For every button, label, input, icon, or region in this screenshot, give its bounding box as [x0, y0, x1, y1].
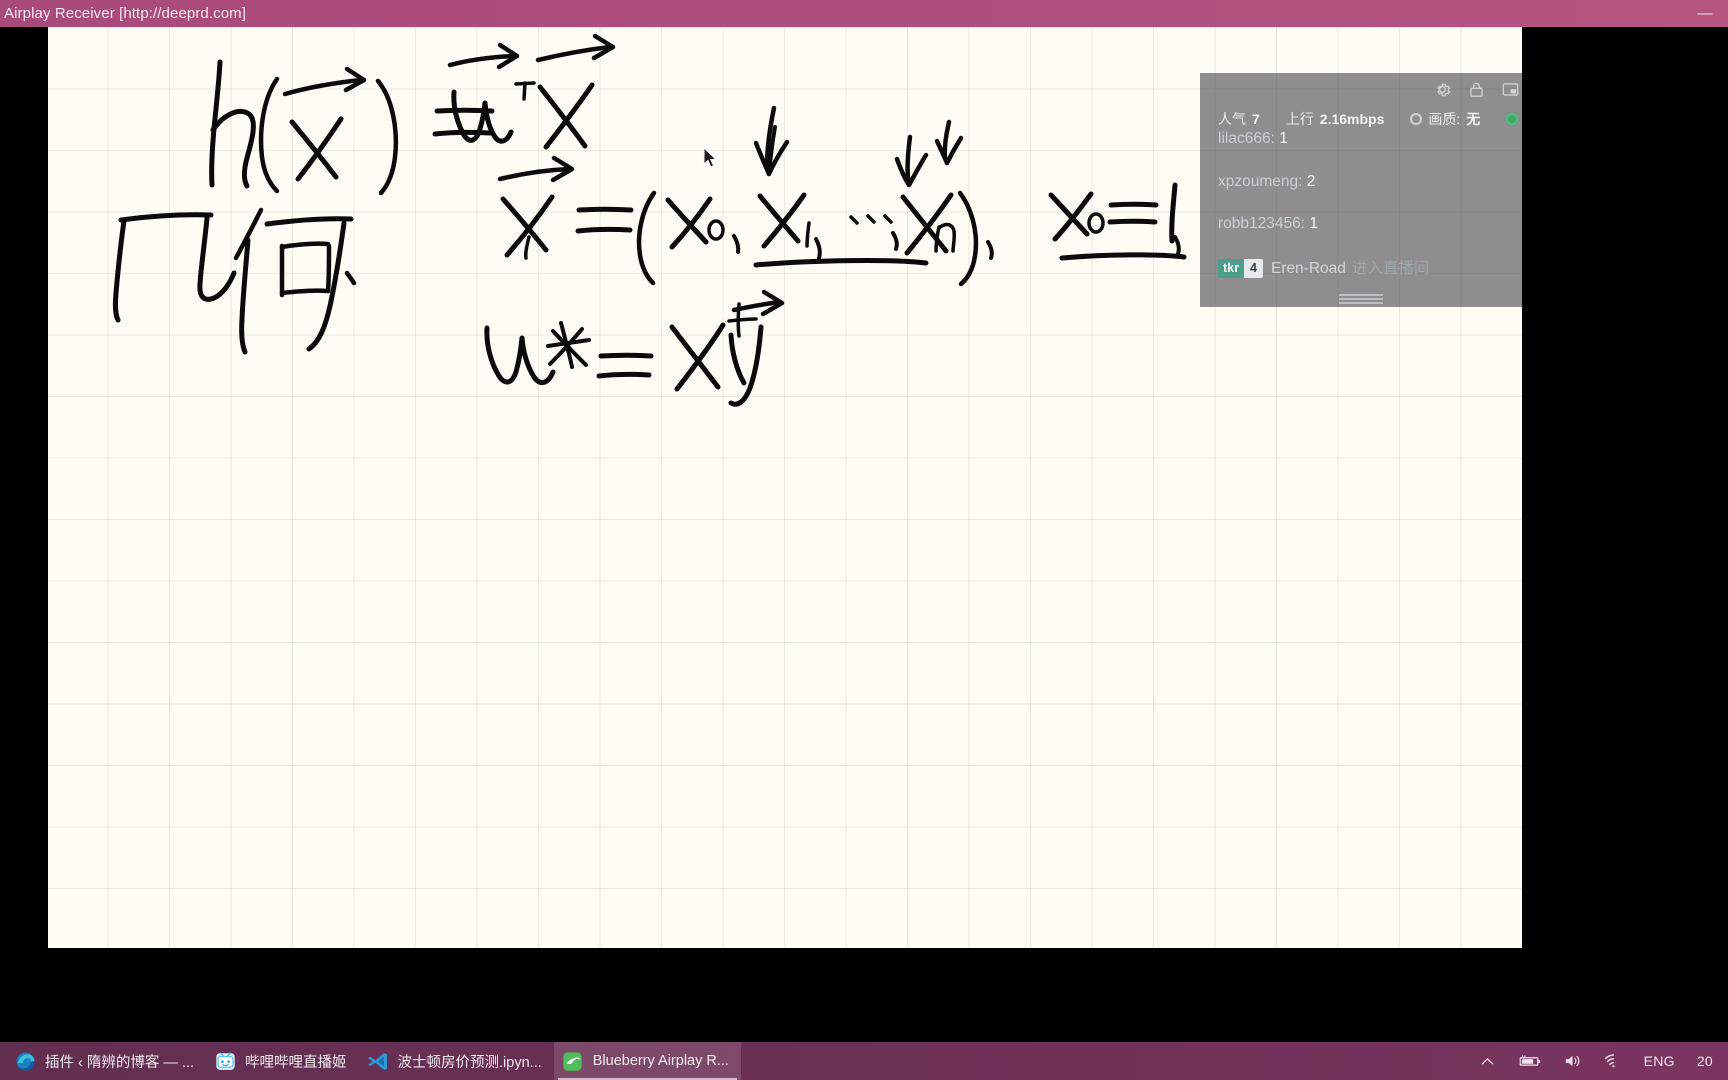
taskbar-item-bilibili-live[interactable]: 哔哩哔哩直播姬	[206, 1042, 359, 1080]
window-titlebar[interactable]: Airplay Receiver [http://deeprd.com] —	[0, 0, 1728, 27]
letterbox-left	[0, 27, 48, 948]
stat-dropped-frames: 丢帧 0.0	[1506, 109, 1522, 129]
taskbar-item-blueberry-airplay[interactable]: Blueberry Airplay R...	[553, 1042, 741, 1080]
chat-message: robb123456: 1	[1218, 215, 1318, 232]
volume-icon[interactable]	[1552, 1042, 1593, 1080]
stream-overlay-panel[interactable]: 人气 7 上行 2.16mbps 画质: 无 丢帧 0.0 lilac666: …	[1200, 73, 1522, 307]
window-controls: —	[1682, 0, 1728, 27]
chat-message-list[interactable]: lilac666: 1 xpzoumeng: 2 robb123456: 1 t…	[1218, 131, 1514, 305]
overlay-icon-row	[1433, 80, 1520, 99]
edge-icon	[14, 1050, 36, 1072]
chat-message: xpzoumeng: 2	[1218, 172, 1316, 190]
window-title: Airplay Receiver [http://deeprd.com]	[4, 5, 247, 22]
app-body: 人气 7 上行 2.16mbps 画质: 无 丢帧 0.0 lilac666: …	[0, 27, 1728, 948]
taskbar-item-label: 哔哩哔哩直播姬	[245, 1054, 347, 1071]
chat-join-event: tkr 4 Eren-Road 进入直播间	[1218, 258, 1514, 279]
battery-charging-icon[interactable]	[1506, 1042, 1552, 1080]
tray-clock[interactable]: 20	[1686, 1042, 1724, 1080]
overlay-resize-grip[interactable]	[1339, 294, 1383, 304]
system-tray: ENG 20	[1469, 1042, 1728, 1080]
chevron-up-icon[interactable]	[1469, 1042, 1506, 1080]
letterbox-right	[1522, 27, 1728, 948]
taskbar-item-label: Blueberry Airplay R...	[592, 1053, 729, 1069]
taskbar-item-label: 插件 ‹ 隋辨的博客 — ...	[45, 1054, 195, 1071]
bilibili-live-icon	[214, 1050, 236, 1072]
stat-upload: 上行 2.16mbps	[1285, 111, 1385, 127]
windows-taskbar: 插件 ‹ 隋辨的博客 — ... 哔哩哔哩直播姬 波士顿房价预测.ipyn...…	[0, 1042, 1728, 1080]
tray-language[interactable]: ENG	[1633, 1042, 1686, 1080]
stat-quality: 画质: 无	[1410, 109, 1480, 129]
wifi-icon[interactable]	[1593, 1042, 1633, 1080]
gear-icon[interactable]	[1433, 80, 1452, 99]
lock-icon[interactable]	[1467, 80, 1486, 99]
picture-in-picture-icon[interactable]	[1501, 80, 1520, 99]
taskbar-item-vscode[interactable]: 波士顿房价预测.ipyn...	[359, 1042, 554, 1080]
dropframe-status-dot	[1506, 113, 1519, 125]
minimize-button[interactable]: —	[1682, 0, 1728, 27]
chat-message: lilac666: 1	[1218, 130, 1288, 147]
stream-stats-row: 人气 7 上行 2.16mbps 画质: 无 丢帧 0.0	[1218, 109, 1519, 129]
stat-viewers: 人气 7	[1218, 111, 1260, 127]
taskbar-item-label: 波士顿房价预测.ipyn...	[397, 1054, 542, 1071]
blueberry-icon	[562, 1050, 584, 1072]
mouse-cursor	[703, 147, 717, 168]
user-badge: tkr 4	[1218, 258, 1263, 279]
taskbar-item-edge[interactable]: 插件 ‹ 隋辨的博客 — ...	[6, 1042, 206, 1080]
taskbar-app-buttons: 插件 ‹ 隋辨的博客 — ... 哔哩哔哩直播姬 波士顿房价预测.ipyn...…	[0, 1042, 741, 1080]
quality-status-dot	[1410, 113, 1423, 125]
vscode-icon	[367, 1050, 389, 1072]
